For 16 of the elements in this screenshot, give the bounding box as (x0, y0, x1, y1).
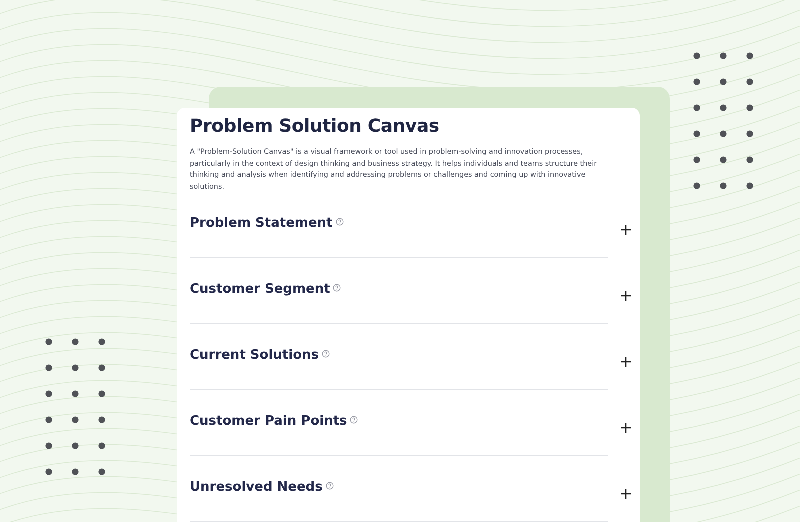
section-title: Unresolved Needs (190, 480, 323, 496)
help-icon[interactable] (333, 284, 342, 292)
section-title: Customer Pain Points (190, 414, 348, 430)
help-icon[interactable] (326, 482, 334, 490)
expand-button[interactable] (620, 422, 632, 434)
help-icon[interactable] (336, 218, 344, 226)
expand-button[interactable] (620, 224, 632, 236)
help-icon[interactable] (322, 350, 330, 358)
section-title: Problem Statement (190, 216, 333, 232)
section-title: Customer Segment (190, 282, 330, 298)
page-title: Problem Solution Canvas (190, 116, 440, 137)
section-title: Current Solutions (190, 348, 320, 364)
help-icon[interactable] (350, 416, 358, 424)
expand-button[interactable] (620, 488, 632, 500)
expand-button[interactable] (620, 290, 632, 302)
expand-button[interactable] (620, 356, 632, 368)
